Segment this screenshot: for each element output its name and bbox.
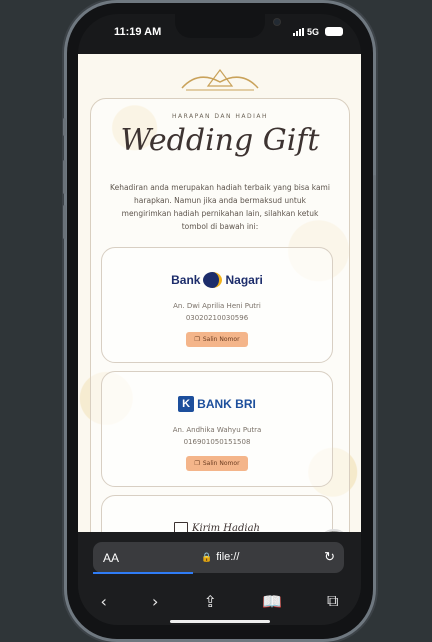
copy-number-button[interactable]: ❐ Salin Nomor xyxy=(186,456,248,471)
back-icon[interactable]: ‹ xyxy=(101,592,107,611)
text-size-button[interactable]: AA xyxy=(103,551,119,565)
bookmarks-icon[interactable]: 📖 xyxy=(262,592,282,611)
account-number: 03020210030596 xyxy=(185,314,249,322)
volume-up-button xyxy=(63,160,66,194)
page-load-progress xyxy=(93,572,193,574)
network-type: 5G xyxy=(306,27,319,37)
bank-card-nagari: Bank Nagari An. Dwi Aprilia Heni Putri 0… xyxy=(101,247,333,363)
copy-icon: ❐ xyxy=(194,336,200,343)
home-indicator xyxy=(170,620,270,623)
nagari-swoosh-icon xyxy=(203,272,223,288)
silent-switch xyxy=(63,118,66,136)
url-display[interactable]: 🔒 file:// xyxy=(201,551,239,563)
reload-icon[interactable]: ↻ xyxy=(324,549,335,565)
copy-number-label: Salin Nomor xyxy=(202,336,240,343)
wedding-gift-section: HARAPAN DAN HADIAH Wedding Gift Kehadira… xyxy=(90,98,350,546)
phone-screen: 11:19 AM 5G HARAPAN DAN HADIAH Wedding G… xyxy=(78,14,361,625)
share-icon[interactable]: ⇪ xyxy=(204,592,217,611)
bank-bri-logo-text: BANK BRI xyxy=(197,397,256,411)
bank-card-bri: K BANK BRI An. Andhika Wahyu Putra 01690… xyxy=(101,371,333,487)
section-description: Kehadiran anda merupakan hadiah terbaik … xyxy=(110,183,330,231)
ornament-icon xyxy=(181,69,259,91)
bri-emblem-icon: K xyxy=(178,396,195,412)
volume-down-button xyxy=(63,205,66,239)
web-content[interactable]: HARAPAN DAN HADIAH Wedding Gift Kehadira… xyxy=(78,54,361,546)
account-holder: An. Andhika Wahyu Putra xyxy=(172,426,262,434)
signal-icon xyxy=(292,28,304,36)
bank-nagari-logo-text-2: Nagari xyxy=(225,273,263,287)
browser-toolbar: ‹ › ⇪ 📖 ⧉ xyxy=(78,590,361,612)
bank-bri-logo: K BANK BRI xyxy=(102,392,332,416)
notch xyxy=(175,14,280,38)
tabs-icon[interactable]: ⧉ xyxy=(327,591,338,611)
power-button xyxy=(373,175,376,230)
forward-icon[interactable]: › xyxy=(152,592,158,611)
camera-icon xyxy=(274,19,280,25)
copy-icon: ❐ xyxy=(194,460,200,467)
copy-number-label: Salin Nomor xyxy=(202,460,240,467)
lock-icon: 🔒 xyxy=(201,551,213,562)
safari-browser-chrome: AA 🔒 file:// ↻ ‹ › ⇪ 📖 ⧉ xyxy=(78,532,361,625)
url-text: file:// xyxy=(216,551,240,563)
battery-icon xyxy=(325,27,343,36)
network-indicator: 5G xyxy=(292,27,319,37)
section-kicker: HARAPAN DAN HADIAH xyxy=(171,113,269,120)
status-time: 11:19 AM xyxy=(114,26,162,38)
section-title: Wedding Gift xyxy=(120,123,320,158)
account-holder: An. Dwi Aprilia Heni Putri xyxy=(173,302,261,310)
bank-nagari-logo-text-1: Bank xyxy=(171,273,201,287)
address-bar[interactable]: AA 🔒 file:// ↻ xyxy=(93,542,344,573)
bank-nagari-logo: Bank Nagari xyxy=(102,268,332,292)
account-number: 016901050151508 xyxy=(183,438,251,446)
copy-number-button[interactable]: ❐ Salin Nomor xyxy=(186,332,248,347)
